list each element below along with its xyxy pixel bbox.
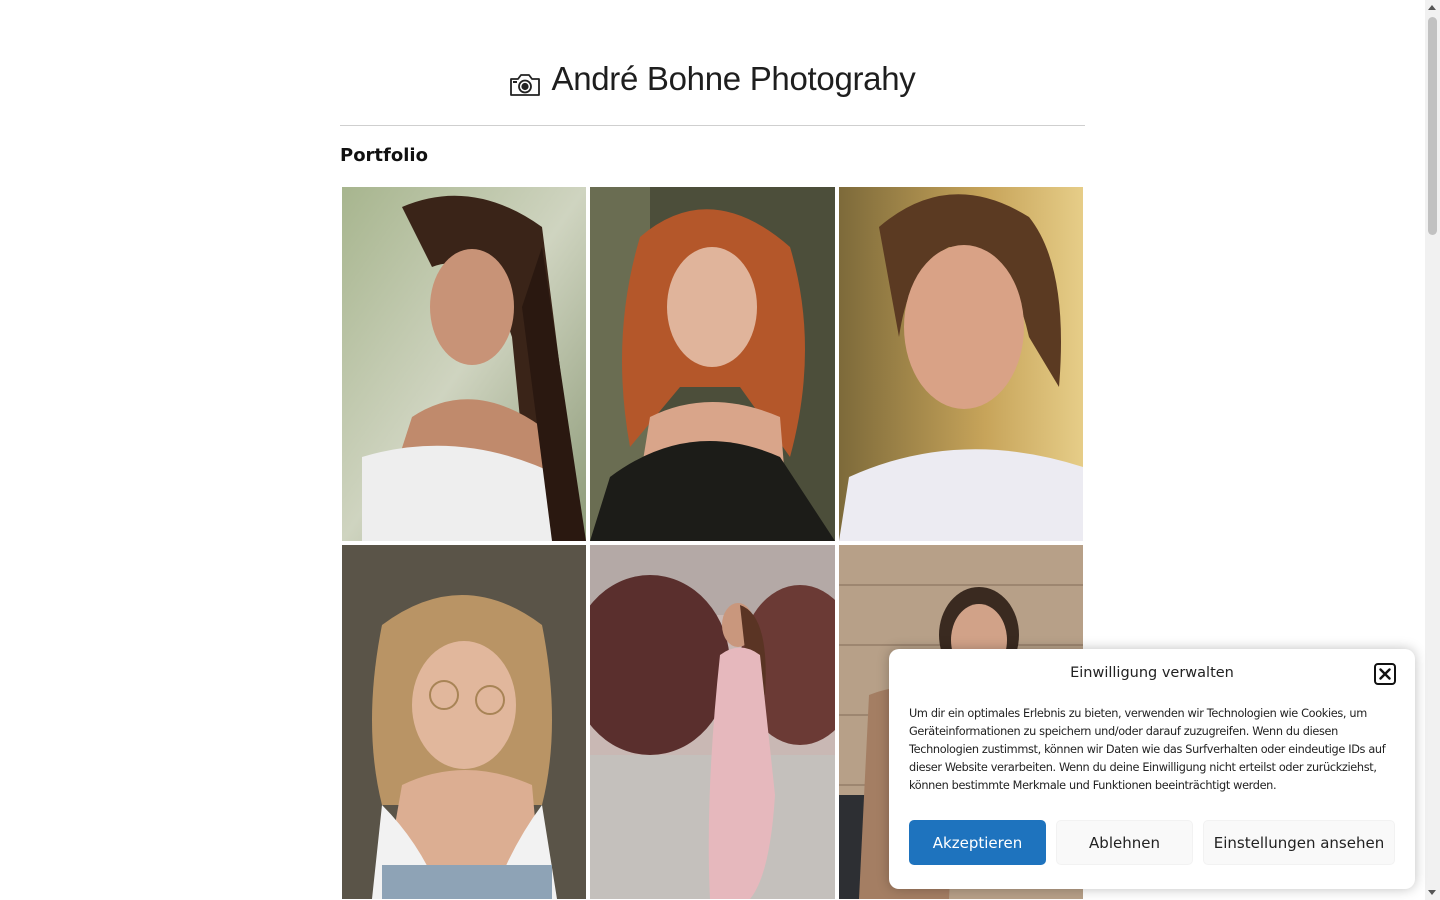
gallery-photo-3[interactable] <box>839 187 1083 541</box>
close-button[interactable] <box>1374 663 1396 685</box>
view-settings-button[interactable]: Einstellungen ansehen <box>1203 820 1395 865</box>
accept-button[interactable]: Akzeptieren <box>909 820 1046 865</box>
deny-button[interactable]: Ablehnen <box>1056 820 1193 865</box>
camera-icon <box>509 67 541 96</box>
page-scrollbar[interactable] <box>1425 0 1440 900</box>
gallery-photo-5[interactable] <box>590 545 835 899</box>
gallery-photo-4[interactable] <box>342 545 586 899</box>
gallery-photo-1[interactable] <box>342 187 586 541</box>
site-title-link[interactable]: André Bohne Photograhy <box>509 60 916 98</box>
header-divider <box>340 125 1085 126</box>
cookie-consent-dialog: Einwilligung verwalten Um dir ein optima… <box>889 649 1415 889</box>
section-title: Portfolio <box>340 145 428 166</box>
close-icon <box>1379 668 1391 680</box>
scroll-up-arrow-icon[interactable] <box>1428 5 1436 10</box>
scroll-down-arrow-icon[interactable] <box>1428 890 1436 895</box>
consent-title: Einwilligung verwalten <box>1070 665 1234 681</box>
site-title-text: André Bohne Photograhy <box>551 60 916 97</box>
site-header: André Bohne Photograhy <box>340 60 1085 101</box>
page: André Bohne Photograhy Portfolio Einwill… <box>0 0 1440 900</box>
gallery-photo-2[interactable] <box>590 187 835 541</box>
consent-description: Um dir ein optimales Erlebnis zu bieten,… <box>909 707 1386 792</box>
scrollbar-thumb[interactable] <box>1428 17 1437 235</box>
